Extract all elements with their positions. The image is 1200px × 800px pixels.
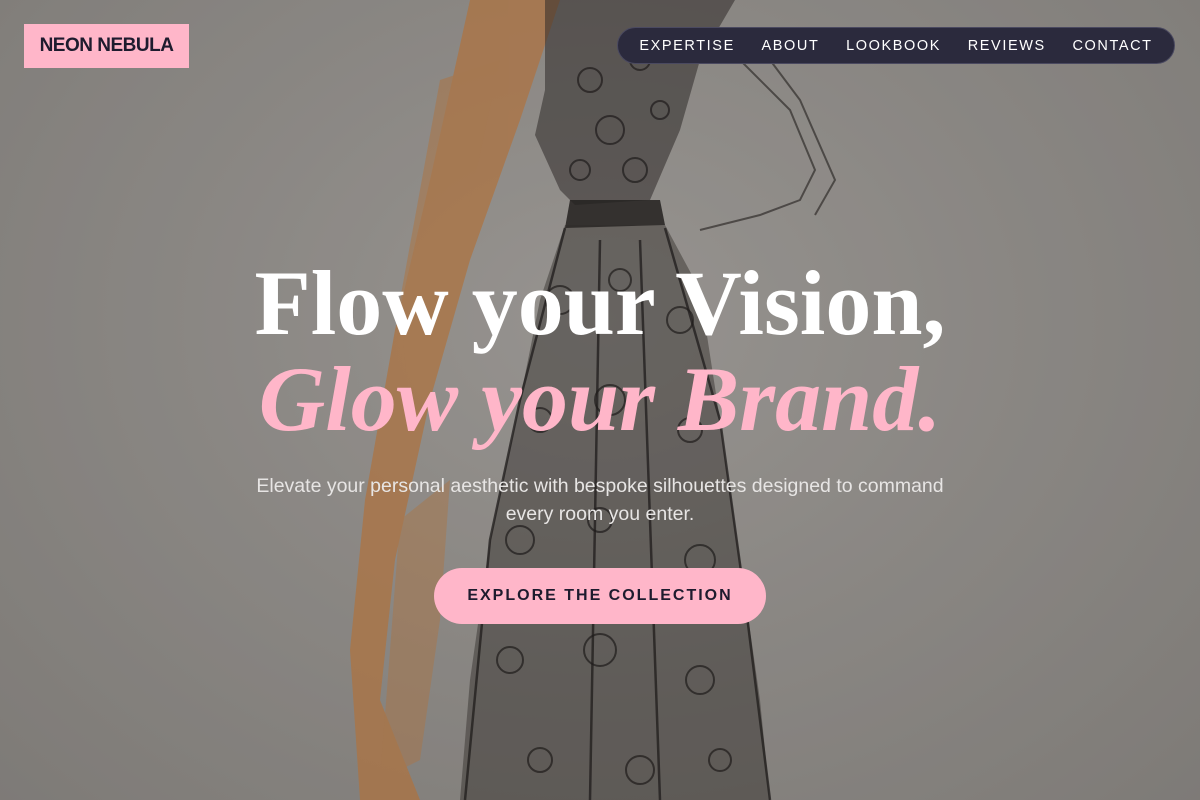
nav-item-about[interactable]: ABOUT (761, 38, 819, 54)
nav-item-contact[interactable]: CONTACT (1072, 38, 1152, 54)
main-nav: EXPERTISE ABOUT LOOKBOOK REVIEWS CONTACT (617, 27, 1175, 64)
headline-line-2: Glow your Brand. (258, 348, 942, 450)
hero-subtext: Elevate your personal aesthetic with bes… (256, 475, 944, 525)
nav-item-reviews[interactable]: REVIEWS (968, 38, 1046, 54)
brand-logo[interactable]: NEON NEBULA (24, 24, 189, 68)
headline-line-1: Flow your Vision, (254, 252, 946, 354)
hero-headline: Flow your Vision, Glow your Brand. (0, 255, 1200, 447)
nav-item-lookbook[interactable]: LOOKBOOK (846, 38, 941, 54)
explore-collection-button[interactable]: EXPLORE THE COLLECTION (434, 568, 766, 624)
nav-item-expertise[interactable]: EXPERTISE (639, 38, 735, 54)
